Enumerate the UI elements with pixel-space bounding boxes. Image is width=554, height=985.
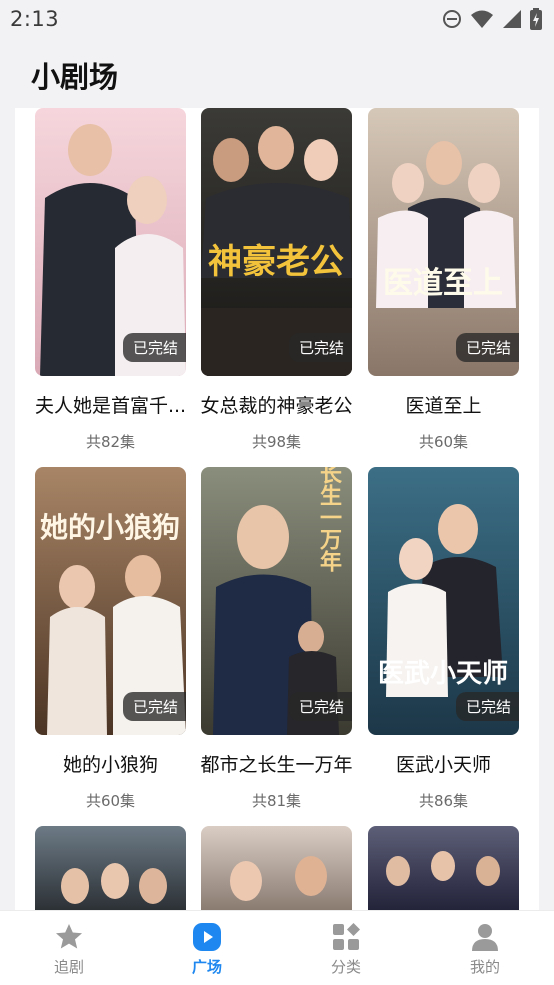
drama-card[interactable]: 医武小天师 已完结 医武小天师 共86集 (348, 467, 519, 810)
poster-title-text: 医武小天师 (378, 659, 508, 689)
drama-card[interactable]: 神豪老公 已完结 女总裁的神豪老公 共98集 (181, 108, 353, 451)
play-circle-icon (193, 923, 221, 951)
drama-poster[interactable]: 医武小天师 已完结 (368, 467, 519, 735)
nav-label: 追剧 (53, 958, 84, 976)
battery-charging-icon (530, 8, 542, 30)
episode-count: 共81集 (251, 792, 302, 810)
person-icon (472, 924, 498, 951)
nav-item-plaza[interactable]: 广场 (167, 921, 247, 981)
nav-label: 分类 (330, 958, 361, 976)
status-badge: 已完结 (455, 692, 519, 721)
drama-poster[interactable]: 长生一万年 已完结 (201, 467, 352, 735)
drama-poster[interactable]: 已完结 (35, 108, 186, 376)
star-icon (56, 924, 82, 949)
drama-card[interactable]: 已完结 夫人她是首富千... 共82集 (15, 108, 186, 451)
status-badge: 已完结 (122, 692, 186, 721)
drama-title[interactable]: 医道至上 (360, 391, 527, 418)
do-not-disturb-icon (443, 10, 461, 28)
status-badge: 已完结 (288, 333, 352, 362)
bottom-nav: 追剧 广场 分类 我的 (0, 910, 554, 985)
drama-card[interactable]: 医道至上 已完结 医道至上 共60集 (348, 108, 519, 451)
drama-grid[interactable]: 已完结 夫人她是首富千... 共82集 神豪老公 已完结 女总裁的神豪老公 共9 (15, 108, 539, 910)
status-time: 2:13 (10, 7, 60, 31)
poster-title-text: 神豪老公 (208, 242, 344, 282)
episode-count: 共60集 (85, 792, 136, 810)
status-badge: 已完结 (288, 692, 352, 721)
wifi-icon (471, 10, 493, 28)
drama-card[interactable]: 长生一万年 已完结 都市之长生一万年 共81集 (181, 467, 353, 810)
nav-item-follow[interactable]: 追剧 (29, 921, 109, 981)
drama-poster[interactable] (35, 826, 186, 910)
status-badge: 已完结 (455, 333, 519, 362)
poster-title-text: 她的小狼狗 (40, 511, 180, 544)
episode-count: 共86集 (418, 792, 469, 810)
signal-icon (503, 10, 521, 28)
episode-count: 共60集 (418, 433, 469, 451)
poster-title-text: 长生一万年 (316, 467, 343, 572)
drama-card[interactable]: 她的小狼狗 已完结 她的小狼狗 共60集 (15, 467, 186, 810)
drama-title[interactable]: 她的小狼狗 (27, 750, 194, 777)
grid-icon (333, 923, 360, 950)
drama-title[interactable]: 夫人她是首富千... (27, 391, 194, 418)
drama-poster[interactable] (201, 826, 352, 910)
nav-label: 我的 (469, 958, 500, 976)
drama-poster[interactable]: 她的小狼狗 已完结 (35, 467, 186, 735)
drama-title[interactable]: 女总裁的神豪老公 (193, 391, 360, 418)
drama-title[interactable]: 都市之长生一万年 (193, 750, 360, 777)
drama-title[interactable]: 医武小天师 (360, 750, 527, 777)
drama-poster[interactable]: 神豪老公 已完结 (201, 108, 352, 376)
drama-poster[interactable]: 医道至上 已完结 (368, 108, 519, 376)
episode-count: 共98集 (251, 433, 302, 451)
poster-title-text: 医道至上 (383, 266, 503, 301)
nav-item-category[interactable]: 分类 (306, 921, 386, 981)
episode-count: 共82集 (85, 433, 136, 451)
nav-label: 广场 (191, 958, 222, 976)
nav-item-mine[interactable]: 我的 (445, 921, 525, 981)
drama-poster[interactable] (368, 826, 519, 910)
status-badge: 已完结 (122, 333, 186, 362)
status-icons (442, 8, 542, 30)
page-title: 小剧场 (31, 60, 119, 94)
status-bar: 2:13 (0, 0, 554, 38)
